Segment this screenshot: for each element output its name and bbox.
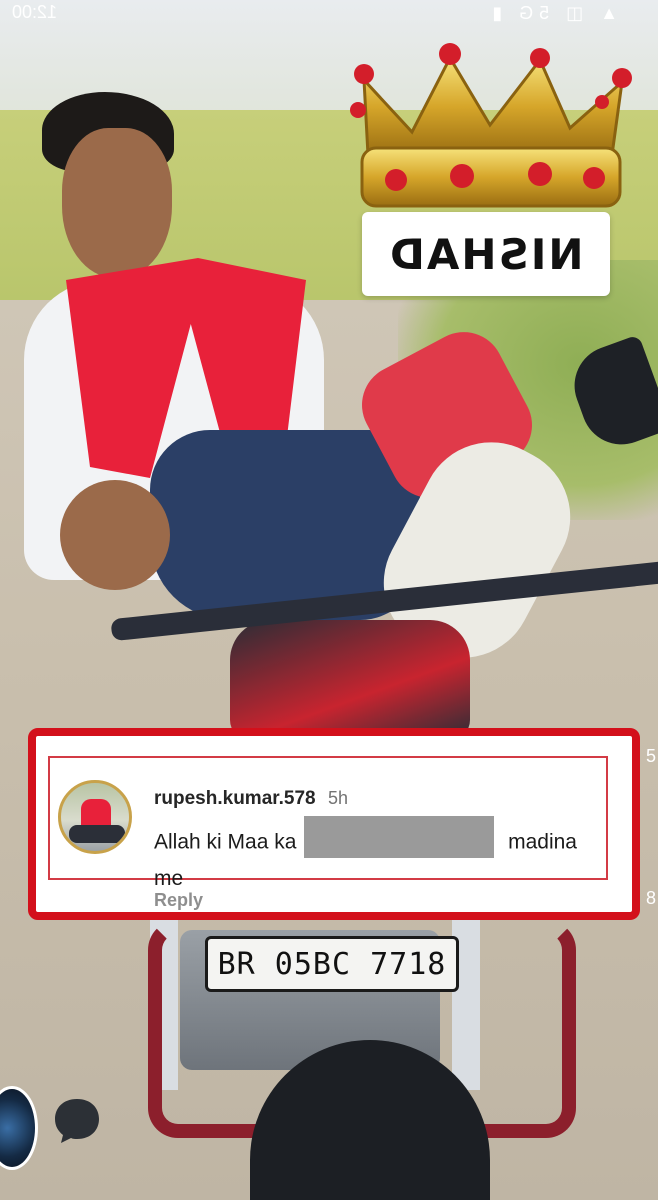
comment-text: Allah ki Maa ka madina me <box>154 816 604 894</box>
speech-bubble-icon[interactable] <box>52 1096 102 1146</box>
user-avatar[interactable] <box>58 780 132 854</box>
crown-icon <box>350 40 640 218</box>
bike-tank <box>230 620 470 740</box>
status-time: 12:00 <box>12 2 58 22</box>
redaction-bar <box>304 816 495 858</box>
side-marker: 8 <box>645 888 656 908</box>
status-icons: ▲ ◫ 5G ▮ <box>486 3 618 23</box>
comment-text-start: Allah ki Maa ka <box>154 830 297 854</box>
person-hand <box>60 480 170 590</box>
license-plate: BR 05BC 7718 <box>205 936 459 992</box>
comment-username[interactable]: rupesh.kumar.578 <box>154 788 316 810</box>
reply-button[interactable]: Reply <box>154 890 203 911</box>
comment-highlight-box: rupesh.kumar.578 5h Allah ki Maa ka madi… <box>28 728 640 920</box>
side-marker: 5 <box>645 746 656 766</box>
person-face <box>62 128 172 278</box>
avatar-bike <box>69 825 125 843</box>
name-sticker-text: NISHAD <box>388 229 584 279</box>
name-sticker: NISHAD <box>362 212 610 296</box>
status-bar: ▲ ◫ 5G ▮ 12:00 <box>0 0 658 26</box>
comment-time: 5h <box>328 788 349 808</box>
